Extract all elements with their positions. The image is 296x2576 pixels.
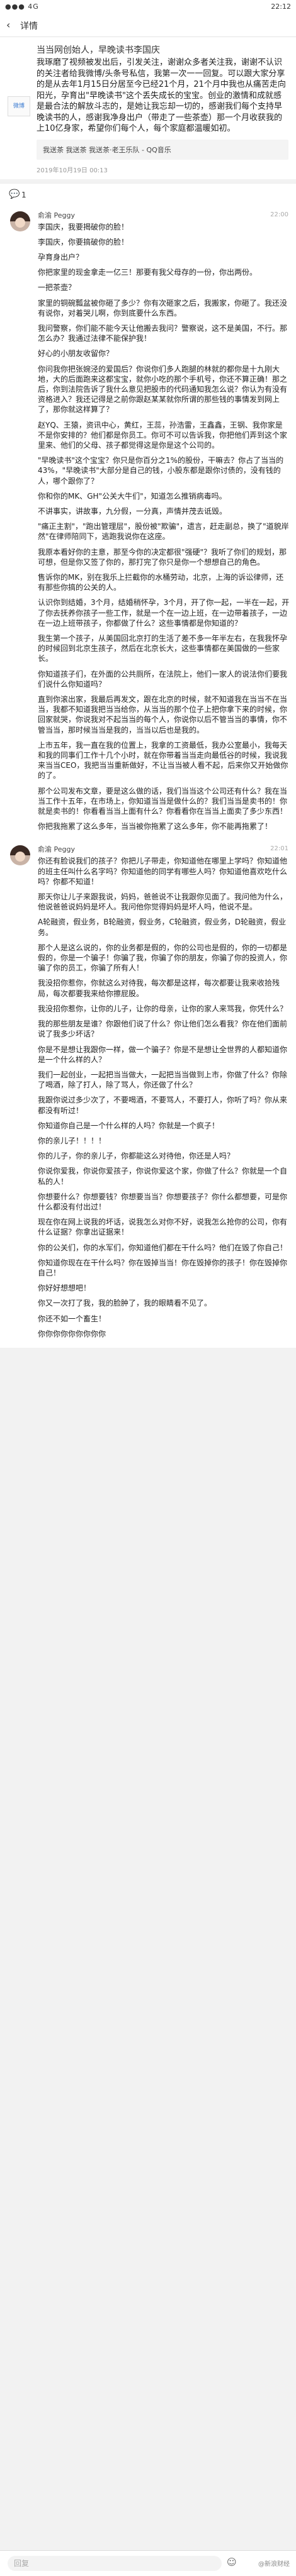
avatar-face [15, 852, 25, 862]
paragraph: 你把家里的现金拿走一亿三！那要有我父母存的一份，你出两份。 [38, 268, 258, 277]
paragraph: 你的公关们，你的水军们，你知道他们都在干什么吗？他们在毁了你自己！ [38, 1243, 288, 1252]
paragraph: 你知道孩子们，在外面的公共厕所，在法院上，他们一家人的说法你们要我们说什么你知道… [38, 669, 288, 689]
author-name[interactable]: 俞渝 Peggy [38, 210, 290, 220]
paragraph: 你是不是想让我跟你一样，做一个骗子？你是不是想让全世界的人都知道你是一个什么样的… [38, 1045, 288, 1064]
paragraph: 认识你到结婚，3个月，结婚稍怀孕，3个月，开了你一起，一半在一起，开了你去抚养你… [38, 598, 290, 628]
poster-avatar[interactable]: 微博 [8, 96, 30, 116]
top-navigation: ‹ 详情 [0, 14, 296, 37]
comment-icon[interactable]: 💬 [9, 189, 20, 199]
paragraph: 你你你你你你你你你 [38, 1329, 106, 1338]
paragraph: 你还不如一个畜生！ [38, 1314, 106, 1323]
watermark: @新浪财经 [258, 2561, 290, 2568]
paragraph: A轮融资，假业务，B轮融资，假业务，C轮融资，假业务，D轮融资，假业务。 [38, 918, 287, 937]
paragraph: "早晚读书"这个宝宝？你只是你百分之1%的股份，干嘛去？你占了当当的43%，"早… [38, 456, 284, 486]
post-text: 我琢磨了视频被发出后，引发关注，谢谢众多者关注我，谢谢不认识的关注者给我微博/头… [37, 58, 286, 133]
paragraph: 你好好想想吧！ [38, 1284, 91, 1293]
paragraph: 你的儿子，你的亲儿子，你都能这么对待他，你还是人吗？ [38, 1152, 235, 1161]
original-post: 微博 当当网创始人，早晚读书李国庆 我琢磨了视频被发出后，引发关注，谢谢众多者关… [0, 37, 296, 179]
avatar-face [15, 217, 25, 228]
paragraph: 那个人是这么说的，你的业务都是假的，你的公司也是假的，你的一切都是假的，你是一个… [38, 943, 288, 973]
paragraph: 那天你让儿子来跟我说，妈妈，爸爸说不让我跟你见面了。我问他为什么，他说爸爸说妈妈… [38, 892, 288, 912]
reply-count: 1 [21, 190, 26, 199]
message-body: 你还有脸说我们的孩子？你把儿子带走，你知道他在哪里上学吗？你知道他的班主任叫什么… [38, 856, 290, 1339]
message-item: 俞渝 Peggy 22:01 你还有脸说我们的孩子？你把儿子带走，你知道他在哪里… [0, 840, 296, 1348]
paragraph: 你问我你把张婉泾的爱国后？你说你们多人跑腿的林就的都你是十九刚大地，大的后面跑来… [38, 364, 288, 414]
paragraph: 你知道你现在在干什么吗？你在毁掉当当！你在毁掉你的孩子！你在毁掉你自己！ [38, 1258, 288, 1277]
paragraph: 你把我拖累了这么多年，当当被你拖累了这么多年，你不能再拖累了！ [38, 822, 273, 831]
paragraph: 好心的小朋友收留你？ [38, 349, 114, 358]
paragraph: 你知道你自己是一个什么样的人吗？你就是一个疯子！ [38, 1121, 220, 1130]
paragraph: 我跟你说过多少次了，不要喝酒，不要骂人，不要打人，你听了吗？你从来都没有听过！ [38, 1096, 288, 1115]
post-headline: 当当网创始人，早晚读书李国庆 [37, 45, 160, 55]
paragraph: 你的亲儿子！！！！ [38, 1136, 106, 1145]
avatar[interactable] [10, 211, 30, 231]
paragraph: 你想要什么？你想要钱？你想要当当？你想要孩子？你什么都想要，可是你什么都没有付出… [38, 1192, 288, 1211]
paragraph: 孕育身出户？ [38, 252, 84, 262]
smile-icon[interactable]: ☺ [227, 2557, 237, 2568]
paragraph: 你说你爱我，你说你爱孩子，你说你爱这个家，你做了什么？你就是一个自私的人！ [38, 1167, 288, 1186]
paragraph: 我没招你惹你，你就这么对待我，每次都是这样，每次都要让我来收拾残局，每次都要我来… [38, 979, 280, 998]
author-name[interactable]: 俞渝 Peggy [38, 844, 290, 854]
paragraph: 现在你在网上说我的坏话，说我怎么对你不好，说我怎么抢你的公司，你有什么证据？你拿… [38, 1218, 288, 1237]
message-time: 22:00 [270, 211, 288, 218]
signal-indicator: ●●● 4G [5, 3, 39, 11]
music-link-card[interactable]: 我送茶 我送茶 我送茶·老王乐队 - QQ音乐 [37, 139, 288, 160]
paragraph: "痛正主割"，"跑出管理层"，股份被"欺骗"，遗言，赶走副总，换了"道貌岸然"在… [38, 522, 289, 541]
status-bar: ●●● 4G 22:12 [0, 0, 296, 14]
paragraph: 家里的铜碗瓢盆被你砸了多少？你有次砸家之后，我搬家，你砸了。我还没有说你，对着哭… [38, 298, 288, 318]
paragraph: 不讲事实，讲故事，九分假，一分真，声情并茂去诋毁。 [38, 506, 227, 516]
paragraph: 那个公司发布文章，要是这么做的话，我们当当这个公司还有什么？我在当当工作十五年，… [38, 786, 288, 816]
paragraph: 你和你的MK、GH"公关大牛们"，知道怎么推销病毒吗。 [38, 491, 227, 501]
page-title: 详情 [20, 21, 38, 31]
paragraph: 我没招你惹你，让你的儿子，让你的母亲，让你的家人来骂我，你凭什么？ [38, 1004, 288, 1013]
paragraph: 我问警察，你们能不能今天让他搬去我问？警察说，这不是美国，不行。那怎么办？我通过… [38, 323, 288, 343]
paragraph: 我的那些朋友是谁？你跟他们说了什么？你让他们怎么看我？你在他们面前说了我多少坏话… [38, 1019, 288, 1039]
status-time: 22:12 [271, 3, 291, 11]
paragraph: 售诉你的MK，别在我乐上拦截你的水桶劳动，北京，上海的诉讼律师，还有那些你搞的公… [38, 572, 284, 592]
message-item: 俞渝 Peggy 22:00 李国庆，我要揭破你的脸！ 李国庆，你要搞破你的脸！… [0, 206, 296, 841]
paragraph: 我们一起创业，一起把当当做大，一起把当当做到上市，你做了什么？你除了喝酒，除了打… [38, 1070, 288, 1090]
paragraph: 李国庆，你要搞破你的脸！ [38, 237, 129, 247]
paragraph: 我生第一个孩子，从美国回北京打的生活了差不多一年半左右，在我我怀孕的时候回到北京… [38, 634, 288, 663]
paragraph: 你还有脸说我们的孩子？你把儿子带走，你知道他在哪里上学吗？你知道他的班主任叫什么… [38, 857, 288, 886]
reply-bar: 💬 1 [0, 182, 296, 206]
reply-input[interactable]: 回复 [8, 2556, 222, 2571]
paragraph: 你又一次打了我，我的脸肿了，我的眼睛看不见了。 [38, 1299, 212, 1308]
message-thread: 俞渝 Peggy 22:00 李国庆，我要揭破你的脸！ 李国庆，你要搞破你的脸！… [0, 206, 296, 1348]
post-timestamp: 2019年10月19日 00:13 [37, 167, 108, 174]
avatar[interactable] [10, 845, 30, 866]
paragraph: 李国庆，我要揭破你的脸！ [38, 222, 129, 231]
paragraph: 一把茶壶？ [38, 283, 76, 292]
paragraph: 上市五年，我一直在我的位置上，我拿的工资最低，我办公室最小，我每天和我的同事们工… [38, 740, 288, 780]
reply-input-bar: 回复 ☺ @新浪财经 [0, 2550, 296, 2576]
paragraph: 直到你滚出家，我最后再发文，跟在北京的时候，就不知道我在当当不在当当，我都不知道… [38, 695, 288, 735]
paragraph: 我原本看好你的主意，那至今你的决定都很"强硬"？我听了你们的规划，那可想，但是你… [38, 547, 287, 567]
arrow-left-icon[interactable]: ‹ [6, 19, 10, 31]
paragraph: 赵YQ、王猿，资讯中心，黄红，王蕊，孙浩雷，王鑫鑫，王钢、我你家是不是你安排的？… [38, 420, 288, 450]
message-body: 李国庆，我要揭破你的脸！ 李国庆，你要搞破你的脸！ 孕育身出户？ 你把家里的现金… [38, 222, 290, 832]
message-time: 22:01 [270, 845, 288, 853]
